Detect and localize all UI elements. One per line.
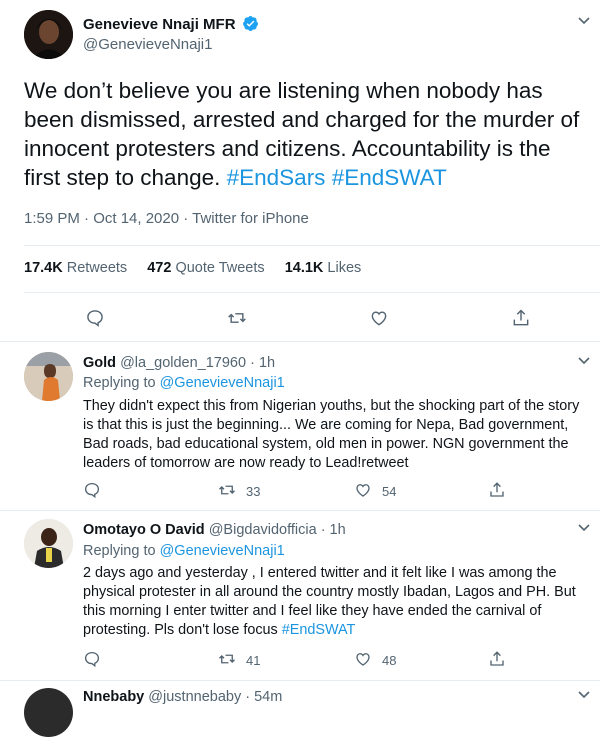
reply-time[interactable]: · 1h: [321, 522, 346, 538]
like-icon[interactable]: [354, 481, 372, 499]
hashtag-endswat[interactable]: #EndSWAT: [332, 165, 447, 190]
likes-stat[interactable]: 14.1K Likes: [285, 260, 362, 276]
reply-time[interactable]: · 54m: [245, 689, 282, 705]
replying-to-handle[interactable]: @GenevieveNnaji1: [160, 543, 285, 559]
avatar-photo: [24, 352, 73, 401]
share-icon[interactable]: [488, 650, 506, 668]
verified-badge-icon: [242, 15, 258, 31]
chevron-down-icon[interactable]: [577, 356, 591, 366]
hashtag-endswat[interactable]: #EndSWAT: [282, 622, 356, 638]
chevron-down-icon[interactable]: [577, 523, 591, 533]
author-avatar[interactable]: [24, 10, 73, 59]
avatar-photo: [24, 519, 73, 568]
reply-header: Nnebaby @justnnebaby · 54m: [83, 689, 282, 705]
divider: [0, 510, 600, 511]
reply-icon[interactable]: [83, 650, 101, 668]
chevron-down-icon[interactable]: [577, 16, 591, 26]
reply-author-name[interactable]: Gold: [83, 355, 116, 371]
reply-author-name[interactable]: Nnebaby: [83, 689, 144, 705]
reply-header: Gold @la_golden_17960 · 1h: [83, 355, 275, 371]
reply-text: They didn't expect this from Nigerian yo…: [83, 398, 580, 471]
retweet-icon[interactable]: [218, 650, 236, 668]
reply-author-handle[interactable]: @justnnebaby: [148, 689, 241, 705]
divider: [0, 341, 600, 342]
retweet-count: 33: [246, 484, 261, 499]
retweet-icon[interactable]: [227, 308, 247, 328]
reply-avatar[interactable]: [24, 352, 73, 401]
reply-icon[interactable]: [85, 308, 105, 328]
share-icon[interactable]: [488, 481, 506, 499]
hashtag-endsars[interactable]: #EndSars: [227, 165, 326, 190]
reply-avatar[interactable]: [24, 519, 73, 568]
reply-header: Omotayo O David @Bigdavidofficia · 1h: [83, 522, 346, 538]
divider: [24, 292, 600, 293]
tweet-stats: 17.4K Retweets 472 Quote Tweets 14.1K Li…: [24, 260, 361, 276]
reply-avatar[interactable]: [24, 688, 73, 737]
replying-to: Replying to @GenevieveNnaji1: [83, 543, 285, 559]
quotes-stat[interactable]: 472 Quote Tweets: [147, 260, 264, 276]
like-icon[interactable]: [354, 650, 372, 668]
replying-to: Replying to @GenevieveNnaji1: [83, 375, 285, 391]
reply-author-handle[interactable]: @Bigdavidofficia: [209, 522, 317, 538]
like-count: 48: [382, 653, 397, 668]
reply-author-handle[interactable]: @la_golden_17960: [120, 355, 246, 371]
retweet-count: 41: [246, 653, 261, 668]
retweets-stat[interactable]: 17.4K Retweets: [24, 260, 127, 276]
chevron-down-icon[interactable]: [577, 690, 591, 700]
retweet-icon[interactable]: [218, 481, 236, 499]
tweet-text: We don’t believe you are listening when …: [24, 76, 584, 192]
reply-icon[interactable]: [83, 481, 101, 499]
tweet-timestamp[interactable]: 1:59 PM · Oct 14, 2020 · Twitter for iPh…: [24, 210, 309, 227]
reply-time[interactable]: · 1h: [250, 355, 275, 371]
divider: [0, 680, 600, 681]
avatar-photo: [24, 10, 73, 59]
like-icon[interactable]: [369, 308, 389, 328]
reply-author-name[interactable]: Omotayo O David: [83, 522, 205, 538]
reply-text-block: 2 days ago and yesterday , I entered twi…: [83, 564, 595, 640]
replying-to-handle[interactable]: @GenevieveNnaji1: [160, 375, 285, 391]
divider: [24, 245, 600, 246]
author-handle[interactable]: @GenevieveNnaji1: [83, 36, 212, 53]
author-name[interactable]: Genevieve Nnaji MFR: [83, 15, 259, 33]
share-icon[interactable]: [511, 308, 531, 328]
like-count: 54: [382, 484, 397, 499]
